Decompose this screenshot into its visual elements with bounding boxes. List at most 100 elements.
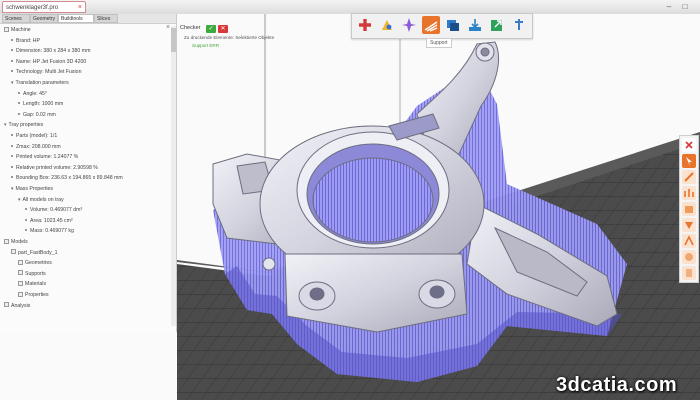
tab-geometry[interactable]: Geometry	[30, 14, 58, 23]
tree-row-label: Printed volume: 1.24077 %	[16, 154, 79, 161]
bullet-icon	[11, 144, 13, 147]
tree-row-label: Analysis	[11, 302, 31, 309]
support-cross-icon[interactable]	[356, 16, 374, 34]
tree-row-label: Machine	[11, 27, 31, 33]
expand-icon: ▾	[18, 196, 21, 203]
support-type-2-icon[interactable]	[682, 186, 696, 200]
layers-icon[interactable]	[444, 16, 462, 34]
support-type-7-icon[interactable]	[682, 266, 696, 280]
tree-row[interactable]: ▾ Mass Properties	[11, 185, 53, 193]
maximize-icon[interactable]: □	[680, 2, 690, 11]
cursor-icon[interactable]	[682, 154, 696, 168]
bullet-icon	[11, 49, 13, 52]
tree-row[interactable]: Length: 1000 mm	[18, 100, 63, 108]
tree-row-label: Volume: 0.469077 dm³	[30, 207, 83, 214]
volume-support-icon[interactable]	[422, 16, 440, 34]
tree-row[interactable]: Zmax: 208.000 mm	[11, 143, 61, 151]
document-tab[interactable]: schwenklager3f.pro ×	[2, 1, 86, 13]
panel-tabs: Scenes Geometry Buildtools Slices	[0, 14, 176, 24]
minimize-icon[interactable]: –	[664, 2, 674, 11]
scene-render	[177, 14, 700, 400]
checker-status: Support ERR	[192, 43, 220, 48]
close-icon[interactable]	[682, 138, 696, 152]
pin-icon[interactable]	[510, 16, 528, 34]
tree-row[interactable]: ▾ All models on tray	[18, 196, 64, 204]
share-icon[interactable]	[488, 16, 506, 34]
tree-row[interactable]: Geometries	[18, 259, 52, 267]
close-icon[interactable]: ×	[78, 2, 82, 12]
tree-row[interactable]: Mass: 0.469077 kg	[25, 227, 74, 235]
manual-support-icon[interactable]	[378, 16, 396, 34]
bullet-icon	[25, 208, 27, 211]
tree-row[interactable]: Models	[4, 238, 28, 246]
tree-row-label: Properties	[25, 292, 49, 298]
tab-buildtools[interactable]: Buildtools	[58, 14, 94, 23]
tree-row[interactable]: Analysis	[4, 302, 30, 310]
tree-row[interactable]: Bounding Box: 236.63 x 194.865 x 89.848 …	[11, 174, 123, 182]
tree-row-label: Models	[11, 239, 28, 245]
tree-row[interactable]: Volume: 0.469077 dm³	[25, 206, 82, 214]
support-toolbar	[351, 13, 533, 39]
tree-row[interactable]: Properties	[18, 291, 49, 299]
tree-row[interactable]: Dimension: 380 x 284 x 380 mm	[11, 47, 90, 55]
tree-row[interactable]: Angle: 45°	[18, 90, 47, 98]
tree-row[interactable]: Relative printed volume: 2.90598 %	[11, 164, 98, 172]
bullet-icon	[11, 165, 13, 168]
tree-row[interactable]: Printed volume: 1.24077 %	[11, 153, 78, 161]
tree-row[interactable]: Machine	[4, 26, 31, 34]
support-type-5-icon[interactable]	[682, 234, 696, 248]
node-icon	[18, 280, 23, 286]
properties-panel: Scenes Geometry Buildtools Slices × Mach…	[0, 14, 177, 332]
tree-row[interactable]: Area: 1023.45 cm²	[25, 217, 73, 225]
tree-row-label: part_FastBody_1	[18, 249, 58, 256]
tree-row[interactable]: Technology: Multi Jet Fusion	[11, 68, 81, 76]
tree-row-label: Name: HP Jet Fusion 3D 4200	[16, 58, 87, 65]
tree-row-label: Supports	[25, 270, 46, 277]
bullet-icon	[11, 155, 13, 158]
tab-scenes[interactable]: Scenes	[2, 14, 30, 23]
tree-row-label: Parts (model): 1/1	[16, 133, 58, 139]
tree-row[interactable]: Supports	[18, 270, 46, 278]
tree-row-label: Tray properties	[8, 122, 44, 129]
tree-row-label: Brand: HP	[16, 37, 40, 44]
node-icon	[18, 291, 23, 297]
tree-row-label: Relative printed volume: 2.90598 %	[16, 164, 98, 171]
panel-close-icon[interactable]: ×	[166, 24, 170, 31]
export-icon[interactable]	[466, 16, 484, 34]
tree-row[interactable]: ▾ Tray properties	[4, 121, 43, 129]
document-tab-label: schwenklager3f.pro	[6, 5, 59, 11]
3d-viewport[interactable]	[177, 14, 700, 400]
bullet-icon	[11, 70, 13, 73]
node-icon	[18, 270, 23, 276]
check-error-icon[interactable]: ✕	[218, 25, 228, 33]
tree-row-label: Technology: Multi Jet Fusion	[16, 69, 82, 76]
watermark: 3dcatia.com	[556, 374, 678, 396]
tree-row-label: Area: 1023.45 cm²	[30, 217, 73, 224]
node-icon	[4, 26, 9, 32]
panel-scrollbar[interactable]	[171, 26, 176, 326]
support-type-3-icon[interactable]	[682, 202, 696, 216]
tree-row[interactable]: Materials	[18, 280, 46, 288]
tree-row[interactable]: Parts (model): 1/1	[11, 132, 57, 140]
bullet-icon	[25, 218, 27, 221]
tree-row[interactable]: Name: HP Jet Fusion 3D 4200	[11, 58, 86, 66]
tree-row[interactable]: Gap: 0.02 mm	[18, 111, 56, 119]
bullet-icon	[11, 59, 13, 62]
bullet-icon	[18, 112, 20, 115]
bullet-icon	[11, 176, 13, 179]
tree-row[interactable]: Brand: HP	[11, 37, 40, 45]
tree-row-label: Geometries	[25, 260, 52, 267]
support-type-6-icon[interactable]	[682, 250, 696, 264]
tab-slices[interactable]: Slices	[94, 14, 118, 23]
right-toolbar	[679, 135, 699, 283]
tree-row[interactable]: ▾ Translation parameters	[11, 79, 69, 87]
check-ok-icon[interactable]: ✓	[206, 25, 216, 33]
tree-row[interactable]: part_FastBody_1	[11, 249, 58, 257]
support-type-4-icon[interactable]	[682, 218, 696, 232]
tree-row-label: Dimension: 380 x 284 x 380 mm	[16, 48, 91, 55]
point-support-icon[interactable]	[400, 16, 418, 34]
tree-row-label: All models on tray	[22, 196, 64, 203]
support-type-1-icon[interactable]	[682, 170, 696, 184]
tree-row-label: Angle: 45°	[23, 90, 47, 97]
scrollbar-thumb[interactable]	[171, 28, 176, 52]
